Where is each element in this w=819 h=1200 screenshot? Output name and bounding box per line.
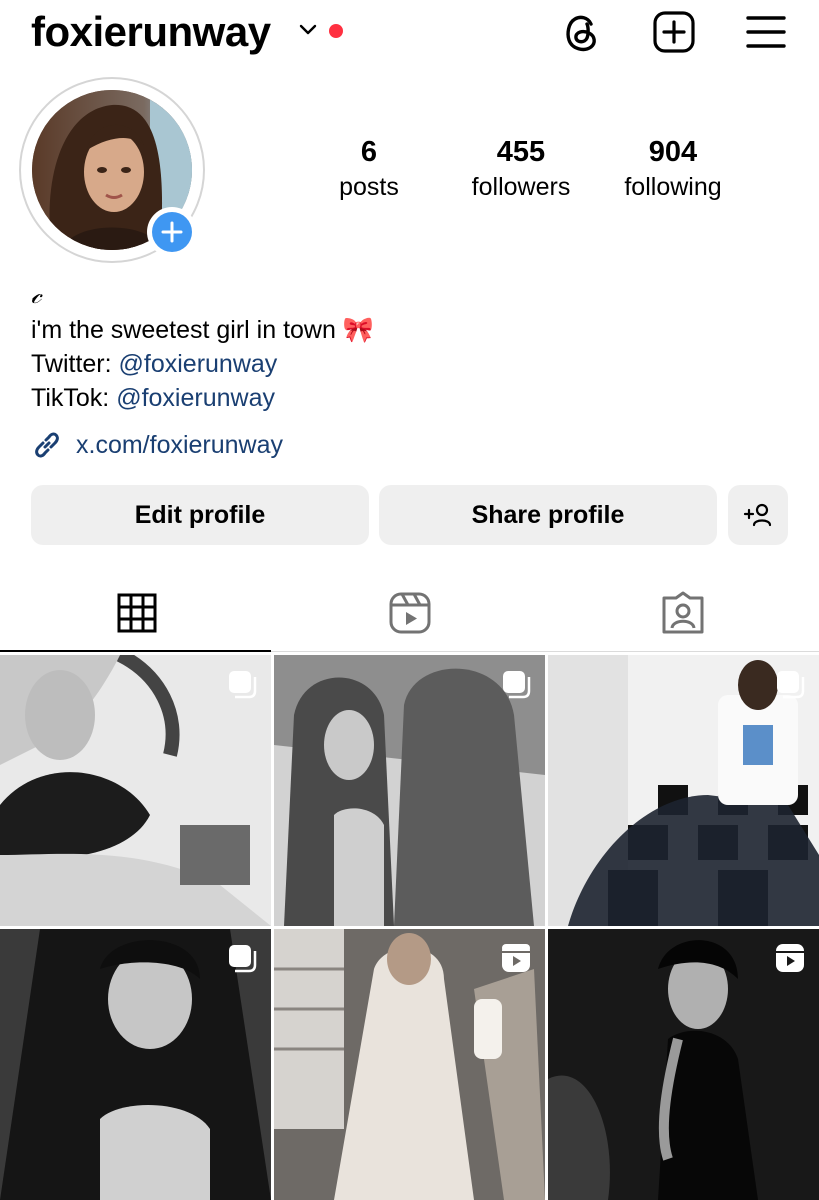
bio-label: Twitter: (31, 350, 119, 378)
share-profile-button[interactable]: Share profile (379, 485, 717, 545)
new-post-icon[interactable] (650, 8, 698, 56)
carousel-icon (229, 671, 257, 699)
post-thumbnail[interactable] (274, 929, 545, 1200)
profile-username[interactable]: foxierunway (31, 6, 271, 58)
stat-label: posts (339, 173, 399, 201)
post-thumbnail[interactable] (548, 929, 819, 1200)
bio-twitter: Twitter: @foxierunway (31, 347, 277, 381)
tagged-icon (662, 591, 703, 634)
menu-icon[interactable] (742, 8, 790, 56)
carousel-icon (777, 671, 805, 699)
bio-website-link[interactable]: x.com/foxierunway (76, 428, 283, 462)
tab-tagged[interactable] (546, 575, 819, 651)
edit-profile-button[interactable]: Edit profile (31, 485, 369, 545)
reel-icon (502, 944, 530, 972)
stat-label: followers (471, 173, 571, 201)
notification-dot (329, 24, 343, 38)
stat-followers[interactable]: 455 followers (441, 135, 601, 203)
bio-label: TikTok: (31, 384, 117, 412)
bio-tiktok: TikTok: @foxierunway (31, 381, 275, 415)
stat-count: 455 (496, 136, 546, 168)
reels-icon (389, 592, 430, 634)
stat-following[interactable]: 904 following (593, 135, 753, 203)
tiktok-handle-link[interactable]: @foxierunway (116, 384, 275, 412)
threads-icon[interactable] (558, 8, 606, 56)
chevron-down-icon[interactable] (298, 22, 318, 36)
active-tab-indicator (0, 650, 271, 652)
add-story-button[interactable] (147, 207, 197, 257)
post-thumbnail[interactable] (0, 655, 271, 926)
carousel-icon (503, 671, 531, 699)
grid-icon (117, 593, 156, 633)
carousel-icon (229, 945, 257, 973)
reel-icon (776, 944, 804, 972)
twitter-handle-link[interactable]: @foxierunway (119, 350, 278, 378)
tab-posts-grid[interactable] (0, 575, 273, 651)
tab-divider (271, 651, 819, 652)
post-thumbnail[interactable] (548, 655, 819, 926)
plus-icon (161, 221, 183, 243)
stat-posts[interactable]: 6 posts (289, 135, 449, 203)
profile-name: 𝒸 (31, 280, 42, 310)
tab-reels[interactable] (273, 575, 546, 651)
post-thumbnail[interactable] (274, 655, 545, 926)
link-icon (35, 432, 59, 458)
discover-people-button[interactable] (728, 485, 788, 545)
stat-count: 904 (648, 136, 698, 168)
post-thumbnail[interactable] (0, 929, 271, 1200)
stat-label: following (624, 173, 722, 201)
stat-count: 6 (360, 136, 378, 168)
bio-line: i'm the sweetest girl in town 🎀 (31, 316, 374, 344)
add-person-icon (743, 503, 772, 527)
